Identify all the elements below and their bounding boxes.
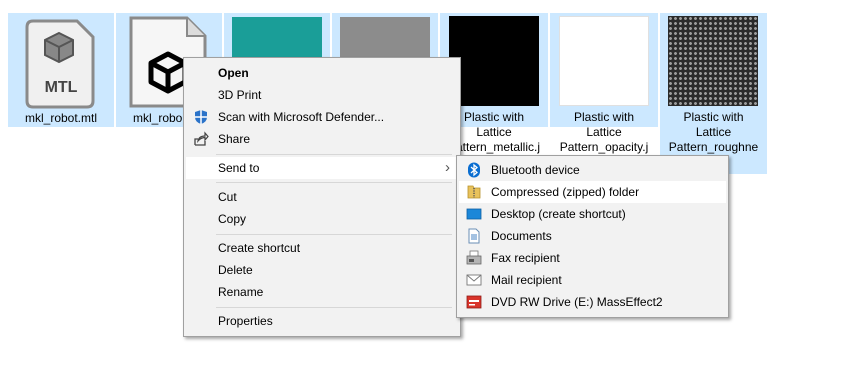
zip-folder-icon	[467, 185, 481, 199]
file-label: Plastic with Lattice Pattern_roughne	[668, 110, 759, 154]
send-to-documents[interactable]: Documents	[459, 225, 726, 247]
send-to-desktop[interactable]: Desktop (create shortcut)	[459, 203, 726, 225]
mail-icon	[466, 274, 482, 286]
desktop-icon	[466, 208, 482, 220]
file-tile-opacity[interactable]: Plastic with Lattice Pattern_opacity.j	[550, 13, 658, 154]
context-menu: Open 3D Print Scan with Microsoft Defend…	[183, 57, 461, 337]
menu-separator	[216, 154, 452, 155]
defender-shield-icon	[195, 110, 207, 124]
send-to-mail[interactable]: Mail recipient	[459, 269, 726, 291]
send-to-submenu: Bluetooth device Compressed (zipped) fol…	[456, 155, 729, 318]
file-tile-roughness[interactable]: Plastic with Lattice Pattern_roughne	[660, 13, 767, 174]
menu-item-scan[interactable]: Scan with Microsoft Defender...	[186, 106, 458, 128]
menu-item-copy[interactable]: Copy	[186, 208, 458, 230]
menu-item-3d-print[interactable]: 3D Print	[186, 84, 458, 106]
menu-item-rename[interactable]: Rename	[186, 281, 458, 303]
menu-item-cut[interactable]: Cut	[186, 186, 458, 208]
menu-separator	[216, 307, 452, 308]
fax-icon	[466, 250, 482, 265]
share-icon	[194, 131, 209, 146]
documents-icon	[468, 228, 480, 244]
menu-item-share[interactable]: Share	[186, 128, 458, 150]
menu-item-open[interactable]: Open	[186, 62, 458, 84]
menu-item-create-shortcut[interactable]: Create shortcut	[186, 237, 458, 259]
lattice-texture-thumbnail	[668, 16, 758, 106]
send-to-dvd-drive[interactable]: DVD RW Drive (E:) MassEffect2	[459, 291, 726, 313]
file-label: Plastic with Lattice Pattern_opacity.j	[559, 110, 649, 154]
bluetooth-icon	[468, 162, 480, 178]
send-to-fax[interactable]: Fax recipient	[459, 247, 726, 269]
white-texture-thumbnail	[559, 16, 649, 106]
menu-item-delete[interactable]: Delete	[186, 259, 458, 281]
chevron-right-icon: ›	[445, 159, 450, 176]
mtl-icon-text: MTL	[44, 79, 78, 96]
file-label: mkl_robot.mtl	[24, 111, 98, 125]
menu-separator	[216, 182, 452, 183]
menu-item-properties[interactable]: Properties	[186, 310, 458, 332]
send-to-bluetooth[interactable]: Bluetooth device	[459, 159, 726, 181]
dvd-drive-icon	[466, 295, 482, 309]
send-to-compressed-folder[interactable]: Compressed (zipped) folder	[459, 181, 726, 203]
menu-separator	[216, 234, 452, 235]
menu-item-send-to[interactable]: Send to ›	[186, 157, 458, 179]
file-tile-mtl[interactable]: MTL mkl_robot.mtl	[8, 13, 114, 127]
black-texture-thumbnail	[449, 16, 539, 106]
